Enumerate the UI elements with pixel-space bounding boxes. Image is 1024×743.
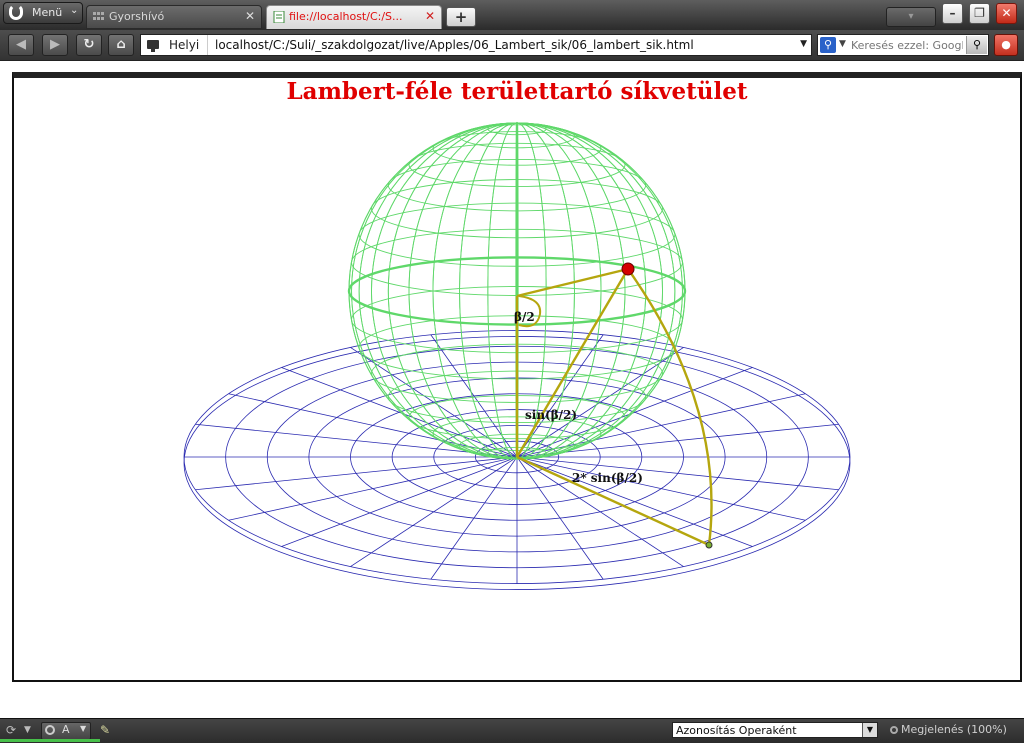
tab-title: Gyorshívó [109,10,165,23]
close-icon[interactable]: ✕ [245,9,255,23]
plane-spoke [228,393,518,458]
document-icon [273,11,285,23]
plane-spoke [516,456,806,521]
navigation-toolbar: ◀ ▶ ↻ ⌂ Helyi localhost/C:/Suli/_szakdol… [0,30,1024,61]
opera-logo-icon [45,725,55,735]
page-viewport: Lambert-féle területtartó síkvetület β/2… [0,61,1024,718]
plane-spoke [516,456,839,491]
status-bar: ⟳ ▼ A ▼ ✎ Azonosítás Operaként ▼ Megjele… [0,718,1024,743]
computer-icon [147,40,159,52]
chevron-down-icon[interactable]: ▼ [24,725,31,735]
new-tab-button[interactable]: + [446,7,476,27]
minimize-button[interactable]: – [942,3,963,24]
zoom-control[interactable]: Megjelenés (100%) [890,723,1007,736]
tab-speed-dial[interactable]: Gyorshívó ✕ [86,5,262,29]
plane-spoke [228,456,518,521]
notes-icon[interactable]: ✎ [100,723,110,737]
plane-spoke [350,456,518,567]
site-label: Helyi [169,38,200,52]
applet-frame[interactable]: Lambert-féle területtartó síkvetület β/2… [12,72,1022,682]
plane-spoke [430,456,518,580]
close-window-button[interactable]: ✕ [996,3,1017,24]
url-field[interactable]: localhost/C:/Suli/_szakdolgozat/live/App… [215,38,694,52]
reload-button[interactable]: ↻ [76,34,102,56]
zoom-label: Megjelenés (100%) [901,723,1007,736]
sphere-point-handle[interactable] [621,262,635,276]
address-bar[interactable]: Helyi localhost/C:/Suli/_szakdolgozat/li… [140,34,812,56]
angle-label: β/2 [514,310,535,324]
chevron-down-icon: ⌄ [70,5,79,16]
plane-spoke [195,456,518,491]
plane-spoke [516,393,806,458]
sine-label: sin(β/2) [525,408,577,422]
tab-active-page[interactable]: file://localhost/C:/S... ✕ [266,5,442,29]
opera-label: A [62,723,70,736]
search-icon[interactable]: ⚲ [966,36,987,54]
stop-button[interactable]: ● [994,34,1018,56]
menu-label: Menü [32,6,63,19]
back-button[interactable]: ◀ [8,34,34,56]
chevron-down-icon: ▼ [80,724,87,733]
chevron-down-icon[interactable]: ▼ [839,39,846,49]
sync-icon[interactable]: ⟳ [6,723,16,737]
zoom-icon [890,726,898,734]
opera-unite-button[interactable]: A ▼ [41,722,91,740]
search-box: ⚲ ▼ ⚲ [817,34,989,56]
search-engine-icon[interactable]: ⚲ [820,37,836,53]
home-button[interactable]: ⌂ [108,34,134,56]
tab-title: file://localhost/C:/S... [289,10,403,23]
double-sine-label: 2* sin(β/2) [572,471,643,485]
tab-bar: Menü ⌄ Gyorshívó ✕ file://localhost/C:/S… [0,0,1024,30]
projected-point[interactable] [705,541,713,549]
identify-as-select[interactable]: Azonosítás Operaként ▼ [672,722,878,738]
plane-spoke [281,456,518,547]
forward-button[interactable]: ▶ [42,34,68,56]
speed-dial-icon [93,12,104,20]
closed-tabs-button[interactable]: ▾ [886,7,936,27]
search-input[interactable] [851,36,963,54]
chevron-down-icon: ▼ [862,723,877,737]
maximize-button[interactable]: ❐ [969,3,990,24]
projection-figure[interactable]: β/2 sin(β/2) 2* sin(β/2) [14,78,1020,682]
opera-menu-button[interactable]: Menü ⌄ [3,2,83,24]
chevron-down-icon[interactable]: ▼ [800,39,807,49]
opera-logo-icon [9,4,23,20]
close-icon[interactable]: ✕ [425,9,435,23]
identify-as-value: Azonosítás Operaként [676,724,797,737]
address-separator [207,35,208,55]
